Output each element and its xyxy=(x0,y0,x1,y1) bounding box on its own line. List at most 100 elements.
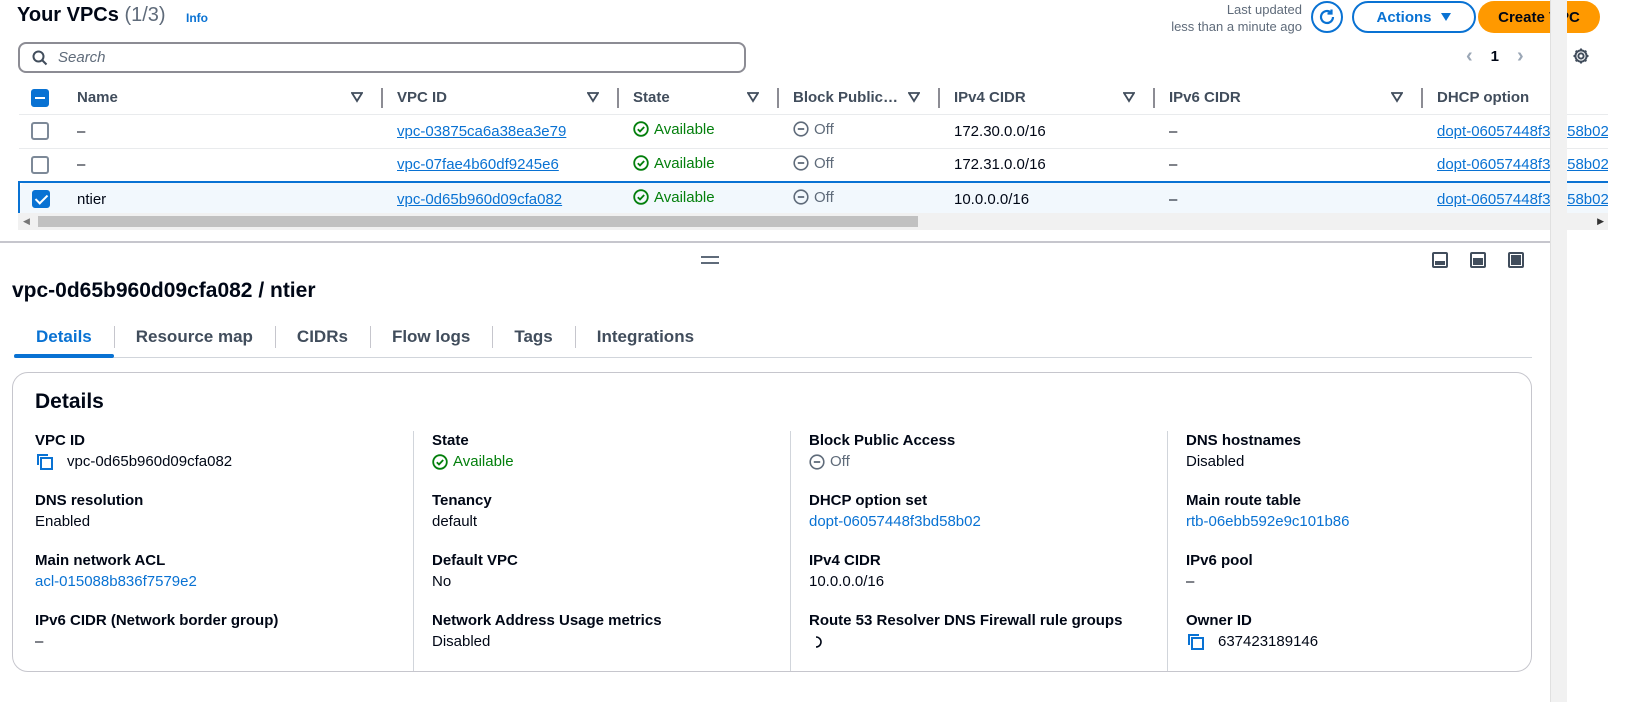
vpc-id-link[interactable]: vpc-03875ca6a38ea3e79 xyxy=(397,123,566,140)
dhcp-link[interactable]: dopt-06057448f3bd58b02 xyxy=(1437,191,1608,208)
row-select-cell xyxy=(18,181,63,217)
scrollbar-thumb[interactable] xyxy=(38,216,918,227)
selection-count: (1/3) xyxy=(124,4,166,26)
column-header-name[interactable]: Name xyxy=(63,82,383,115)
search-field[interactable] xyxy=(18,42,746,73)
field-label: Main network ACL xyxy=(35,552,166,569)
panel-maximize-icon[interactable] xyxy=(1508,252,1524,268)
sort-icon[interactable] xyxy=(587,91,599,103)
field-ipv6-pool: IPv6 pool – xyxy=(1186,551,1525,611)
column-header-dhcp-option[interactable]: DHCP option xyxy=(1423,82,1608,115)
select-all-cell xyxy=(19,82,63,115)
copy-icon[interactable] xyxy=(1186,633,1206,651)
caret-down-icon xyxy=(1440,13,1451,21)
check-circle-icon xyxy=(633,121,649,137)
sort-icon[interactable] xyxy=(1123,91,1135,103)
field-value: Disabled xyxy=(432,633,491,650)
field-default-vpc: Default VPC No xyxy=(432,551,790,611)
tab-flow-logs[interactable]: Flow logs xyxy=(369,320,492,356)
details-column: Block Public Access Off DHCP option set … xyxy=(790,431,1167,671)
row-checkbox[interactable] xyxy=(31,122,49,141)
cell-state: Available xyxy=(619,114,779,149)
table-row[interactable]: – vpc-07fae4b60df9245e6 Available Off 17… xyxy=(19,148,1608,183)
current-page[interactable]: 1 xyxy=(1491,48,1499,65)
resize-handle-icon[interactable] xyxy=(701,256,719,264)
cell-vpc-id: vpc-07fae4b60df9245e6 xyxy=(383,148,619,183)
tab-details[interactable]: Details xyxy=(14,320,114,358)
row-checkbox[interactable] xyxy=(32,190,50,209)
route-table-link[interactable]: rtb-06ebb592e9c101b86 xyxy=(1186,511,1525,533)
field-value: – xyxy=(35,633,44,650)
create-vpc-button[interactable]: Create VPC xyxy=(1478,1,1600,33)
column-header-ipv4-cidr[interactable]: IPv4 CIDR xyxy=(940,82,1155,115)
dhcp-link[interactable]: dopt-06057448f3bd58b02 xyxy=(1437,156,1608,173)
tab-tags[interactable]: Tags xyxy=(492,320,574,356)
dhcp-option-link[interactable]: dopt-06057448f3bd58b02 xyxy=(809,511,1167,533)
field-label: VPC ID xyxy=(35,432,86,449)
status-available: Available xyxy=(633,155,715,172)
field-value: vpc-0d65b960d09cfa082 xyxy=(35,451,413,473)
pagination: ‹ 1 › xyxy=(1466,46,1524,66)
table-row[interactable]: – vpc-03875ca6a38ea3e79 Available Off 17… xyxy=(19,114,1608,149)
details-column: VPC ID vpc-0d65b960d09cfa082 DNS resolut… xyxy=(35,431,413,671)
gear-icon[interactable] xyxy=(1572,47,1590,65)
vpc-id-link[interactable]: vpc-07fae4b60df9245e6 xyxy=(397,156,559,173)
panel-minimize-icon[interactable] xyxy=(1432,252,1448,268)
field-tenancy: Tenancy default xyxy=(432,491,790,551)
tab-cidrs[interactable]: CIDRs xyxy=(274,320,370,356)
cell-ipv6: – xyxy=(1155,181,1423,217)
column-header-block-public[interactable]: Block Public… xyxy=(779,82,940,115)
info-link[interactable]: Info xyxy=(186,11,208,25)
sort-icon[interactable] xyxy=(1391,91,1403,103)
cell-dhcp: dopt-06057448f3bd58b02 xyxy=(1423,148,1608,183)
vertical-scrollbar[interactable] xyxy=(1550,0,1567,702)
field-dns-resolution: DNS resolution Enabled xyxy=(35,491,413,551)
actions-button[interactable]: Actions xyxy=(1352,1,1476,33)
column-label: VPC ID xyxy=(397,89,448,107)
split-panel-divider xyxy=(0,241,1550,243)
column-header-ipv6-cidr[interactable]: IPv6 CIDR xyxy=(1155,82,1423,115)
previous-page-icon[interactable]: ‹ xyxy=(1466,46,1473,66)
vpc-id-link[interactable]: vpc-0d65b960d09cfa082 xyxy=(397,191,562,208)
next-page-icon[interactable]: › xyxy=(1517,46,1524,66)
field-label: IPv6 pool xyxy=(1186,552,1253,569)
search-input[interactable] xyxy=(58,49,708,66)
block-text: Off xyxy=(814,188,834,206)
check-circle-icon xyxy=(432,454,448,470)
status-off: Off xyxy=(793,155,834,172)
details-grid: VPC ID vpc-0d65b960d09cfa082 DNS resolut… xyxy=(35,431,1525,671)
network-acl-link[interactable]: acl-015088b836f7579e2 xyxy=(35,571,413,593)
sort-icon[interactable] xyxy=(908,91,920,103)
field-value: – xyxy=(1186,573,1195,590)
tab-integrations[interactable]: Integrations xyxy=(574,320,716,356)
scroll-right-icon[interactable]: ▶ xyxy=(1597,216,1604,227)
block-text: Off xyxy=(814,120,834,138)
minus-circle-icon xyxy=(793,189,809,205)
horizontal-scrollbar[interactable]: ◀ ▶ xyxy=(18,213,1608,230)
row-checkbox[interactable] xyxy=(31,155,49,174)
refresh-button[interactable] xyxy=(1311,1,1343,33)
cell-block-public: Off xyxy=(779,114,940,149)
select-all-checkbox[interactable] xyxy=(31,88,49,107)
sort-icon[interactable] xyxy=(351,91,363,103)
field-main-route-table: Main route table rtb-06ebb592e9c101b86 xyxy=(1186,491,1525,551)
state-text: Available xyxy=(654,188,715,206)
tab-resource-map[interactable]: Resource map xyxy=(113,320,275,356)
status-off: Off xyxy=(793,189,834,206)
column-header-vpc-id[interactable]: VPC ID xyxy=(383,82,619,115)
cell-ipv6: – xyxy=(1155,148,1423,183)
panel-half-icon[interactable] xyxy=(1470,252,1486,268)
copy-icon[interactable] xyxy=(35,453,55,471)
table-row-selected[interactable]: ntier vpc-0d65b960d09cfa082 Available Of… xyxy=(18,181,1608,217)
sort-icon[interactable] xyxy=(747,91,759,103)
details-column: State Available Tenancy default Default … xyxy=(413,431,790,671)
cell-vpc-id: vpc-0d65b960d09cfa082 xyxy=(383,181,619,217)
dhcp-link[interactable]: dopt-06057448f3bd58b02 xyxy=(1437,123,1608,140)
column-header-state[interactable]: State xyxy=(619,82,779,115)
field-label: Default VPC xyxy=(432,552,518,569)
scroll-left-icon[interactable]: ◀ xyxy=(23,216,30,227)
field-label: Block Public Access xyxy=(809,432,956,449)
minus-circle-icon xyxy=(793,121,809,137)
cell-state: Available xyxy=(619,181,779,217)
column-label: IPv4 CIDR xyxy=(954,89,1026,107)
